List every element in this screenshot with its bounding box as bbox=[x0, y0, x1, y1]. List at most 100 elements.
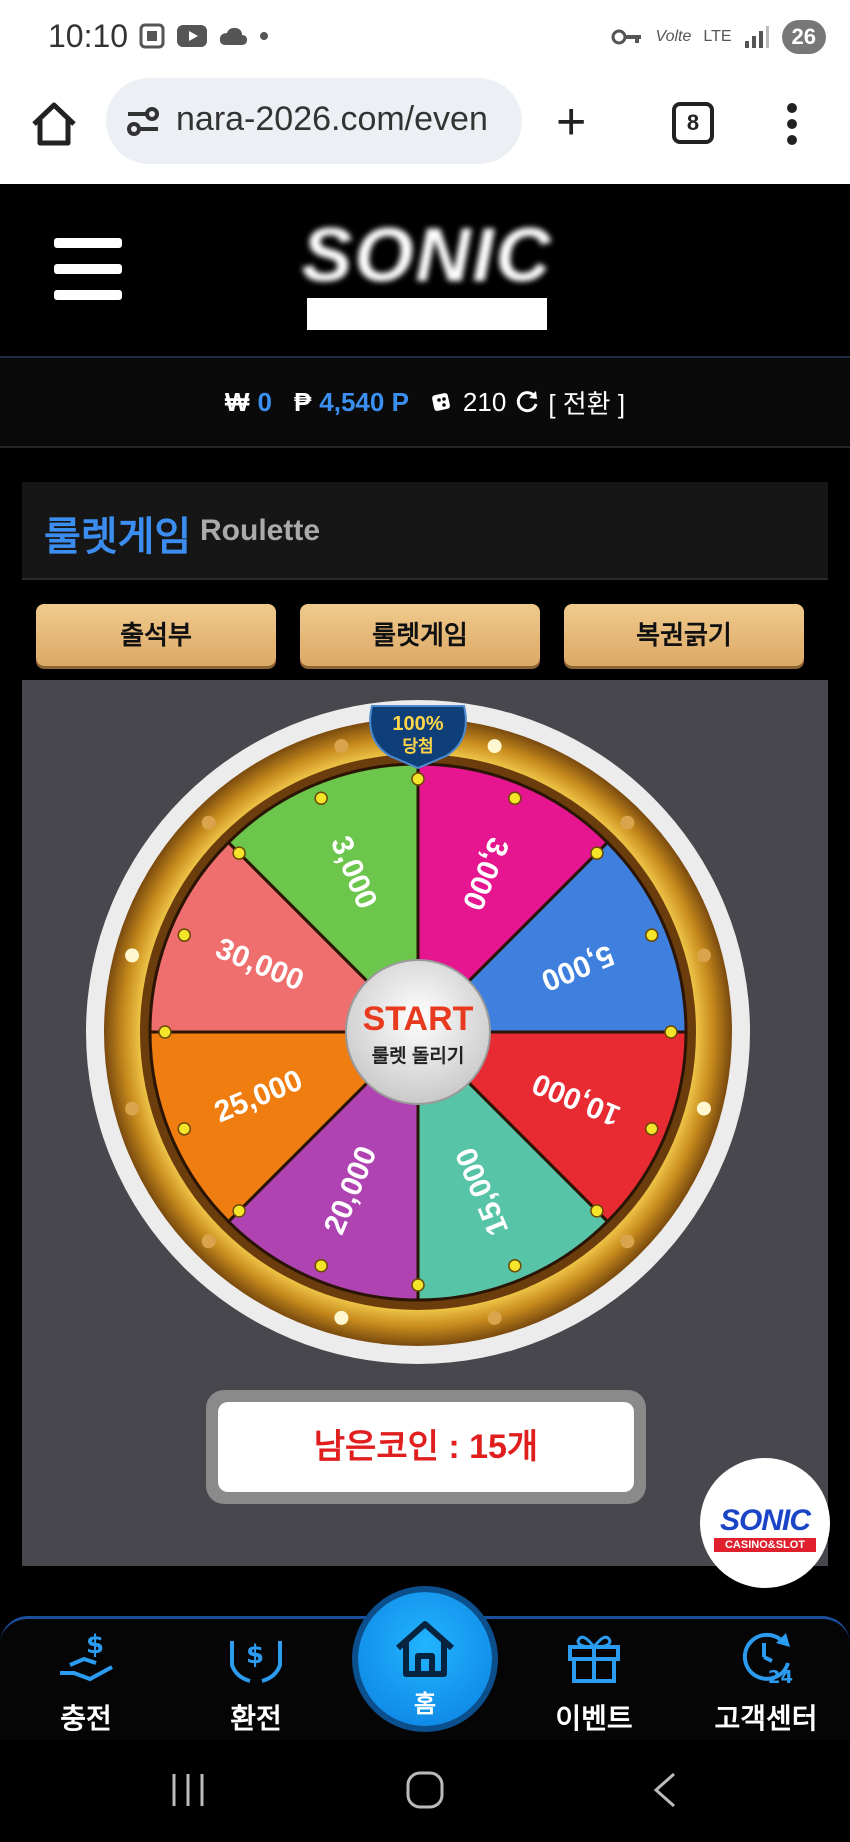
screenshot-icon bbox=[139, 23, 165, 49]
vpn-key-icon bbox=[611, 29, 642, 45]
roulette-panel: 룰렛게임 Roulette 출석부 룰렛게임 복권긁기 3,000 5,000 … bbox=[22, 482, 828, 1568]
support-24-icon: 24 bbox=[742, 1632, 793, 1685]
wheel-bulb bbox=[590, 846, 604, 860]
wheel-bulb bbox=[411, 772, 425, 786]
browser-menu-icon[interactable] bbox=[786, 100, 798, 148]
point-value: 4,540 P bbox=[319, 386, 409, 417]
recent-apps-icon[interactable] bbox=[168, 1772, 208, 1808]
battery-level: 26 bbox=[781, 20, 826, 54]
site-settings-icon[interactable] bbox=[124, 102, 162, 140]
signal-icon bbox=[744, 26, 769, 48]
wheel-bulb bbox=[314, 1258, 328, 1273]
nav-event-label: 이벤트 bbox=[555, 1703, 633, 1734]
wheel-ring-light bbox=[201, 815, 216, 830]
nav-charge-label: 충전 bbox=[60, 1703, 112, 1734]
status-time: 10:10 bbox=[48, 18, 129, 54]
wheel-ring-light bbox=[487, 1310, 502, 1325]
tab-lottery[interactable]: 복권긁기 bbox=[564, 604, 804, 666]
wheel-bulb bbox=[158, 1025, 172, 1039]
wheel-ring-light bbox=[696, 948, 711, 963]
wheel-bulb bbox=[508, 791, 522, 806]
badge-title: SONIC bbox=[719, 1504, 811, 1537]
wheel-ring-light bbox=[620, 1234, 635, 1249]
nav-exchange-label: 환전 bbox=[230, 1703, 282, 1734]
hamburger-menu-icon[interactable] bbox=[54, 238, 122, 300]
url-text[interactable]: nara-2026.com/even bbox=[176, 100, 516, 139]
gift-icon bbox=[568, 1635, 620, 1683]
badge-subtitle: CASINO&SLOT bbox=[714, 1538, 816, 1552]
wheel-ring-light bbox=[696, 1101, 711, 1116]
nav-home[interactable]: 홈 bbox=[358, 1592, 492, 1726]
page-title: 룰렛게임 bbox=[44, 515, 192, 559]
refresh-icon[interactable] bbox=[514, 389, 540, 415]
coin-value: 210 bbox=[462, 386, 507, 417]
wheel-ring-light bbox=[334, 1310, 349, 1325]
wheel-ring-light bbox=[487, 739, 502, 754]
wheel-bulb bbox=[411, 1278, 425, 1292]
browser-toolbar: nara-2026.com/even + 8 bbox=[0, 78, 850, 184]
status-system-icons: Volte LTE 26 bbox=[611, 20, 826, 54]
wheel-ring-light bbox=[620, 815, 635, 830]
point-balance: ₱ 4,540 P bbox=[294, 387, 409, 418]
win-badge-text: 당첨 bbox=[402, 736, 433, 756]
nav-home-label: 홈 bbox=[413, 1691, 437, 1718]
nav-event[interactable]: 이벤트 bbox=[524, 1629, 664, 1737]
tab-attendance[interactable]: 출석부 bbox=[36, 604, 276, 666]
address-bar[interactable]: nara-2026.com/even bbox=[106, 78, 522, 164]
svg-text:$: $ bbox=[86, 1630, 104, 1660]
home-icon bbox=[396, 1621, 454, 1677]
wheel-bulb bbox=[232, 1204, 246, 1218]
switch-button[interactable]: [ 전환 ] bbox=[548, 384, 625, 421]
won-icon: ₩ bbox=[224, 386, 250, 417]
status-notification-icons bbox=[138, 22, 270, 50]
site-logo[interactable]: SONIC bbox=[282, 213, 572, 330]
wheel-bulb bbox=[508, 1258, 522, 1273]
logo-text: SONIC bbox=[301, 213, 553, 298]
site-header: SONIC bbox=[0, 184, 850, 358]
wheel-ring-light bbox=[334, 739, 349, 754]
exchange-icon: $ bbox=[230, 1640, 282, 1683]
coin-balance: 210 [ 전환 ] bbox=[431, 384, 625, 421]
wheel-bulb bbox=[590, 1204, 604, 1218]
remaining-coins-text: 남은코인 : 15개 bbox=[218, 1402, 634, 1492]
point-icon: ₱ bbox=[293, 386, 312, 417]
wheel-bulb bbox=[232, 846, 246, 860]
nav-exchange[interactable]: $ 환전 bbox=[186, 1629, 326, 1737]
roulette-area: 3,000 5,000 10,000 15,000 20,000 25,000 30,000… bbox=[22, 680, 828, 1566]
dice-icon bbox=[431, 393, 450, 411]
svg-text:$: $ bbox=[246, 1640, 264, 1670]
start-sublabel[interactable]: 룰렛 돌리기 bbox=[372, 1045, 465, 1067]
wheel-bulb bbox=[177, 1122, 192, 1136]
dot-icon bbox=[260, 32, 268, 40]
wheel-bulb bbox=[644, 1122, 659, 1136]
back-icon[interactable] bbox=[650, 1770, 680, 1810]
roulette-wheel[interactable]: 3,0005,00010,00015,00020,00025,00030,000… bbox=[86, 700, 750, 1364]
wheel-ring-light bbox=[125, 1101, 140, 1116]
nav-support[interactable]: 24 고객센터 bbox=[696, 1629, 836, 1737]
win-badge-percent: 100% bbox=[392, 713, 443, 735]
cash-balance: ₩ 0 bbox=[225, 387, 272, 418]
logo-underbar bbox=[307, 298, 547, 330]
tab-switcher-button[interactable]: 8 bbox=[672, 102, 714, 144]
browser-home-icon[interactable] bbox=[28, 98, 80, 150]
cash-value: 0 bbox=[257, 386, 272, 417]
wheel-bulb bbox=[664, 1025, 678, 1039]
wheel-bulb bbox=[644, 928, 659, 942]
nav-charge[interactable]: $ 충전 bbox=[16, 1629, 156, 1737]
wheel-bulb bbox=[314, 791, 328, 806]
home-system-icon[interactable] bbox=[405, 1770, 445, 1810]
remaining-coins-box: 남은코인 : 15개 bbox=[206, 1390, 646, 1504]
wheel-ring-light bbox=[125, 948, 140, 963]
status-bar: 10:10 Volte LTE 26 bbox=[0, 0, 850, 78]
start-label[interactable]: START bbox=[363, 1000, 474, 1038]
youtube-icon bbox=[177, 25, 207, 47]
page-subtitle: Roulette bbox=[200, 514, 320, 547]
svg-text:24: 24 bbox=[768, 1667, 793, 1685]
tab-roulette[interactable]: 룰렛게임 bbox=[300, 604, 540, 666]
new-tab-icon[interactable]: + bbox=[556, 96, 586, 148]
cloud-icon bbox=[219, 27, 247, 45]
floating-sonic-badge[interactable]: SONIC CASINO&SLOT bbox=[700, 1458, 830, 1588]
wheel-ring-light bbox=[201, 1234, 216, 1249]
nav-support-label: 고객센터 bbox=[714, 1703, 818, 1734]
panel-title-box: 룰렛게임 Roulette bbox=[22, 482, 828, 580]
